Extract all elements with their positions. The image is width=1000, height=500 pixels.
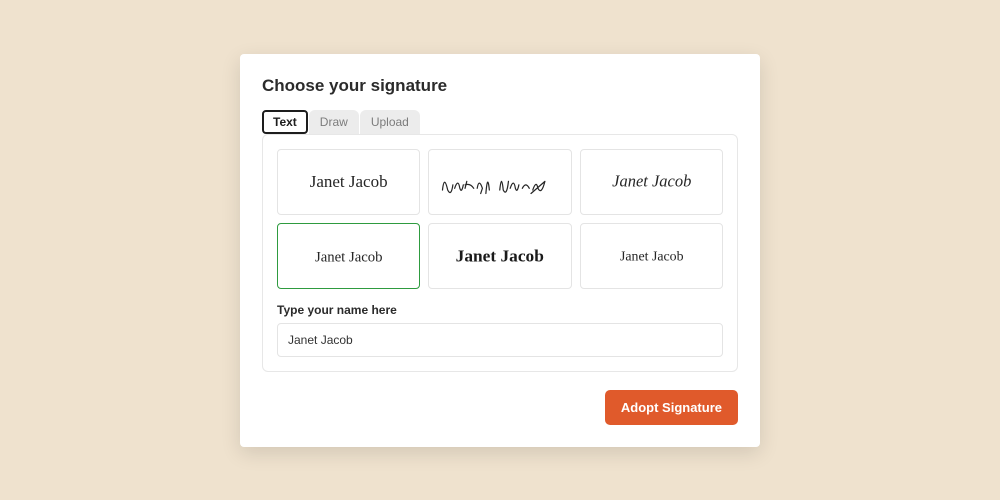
signature-style-1[interactable]: Janet Jacob	[277, 149, 420, 215]
signature-preview: Janet Jacob	[310, 172, 388, 192]
modal-footer: Adopt Signature	[262, 390, 738, 425]
name-input[interactable]	[277, 323, 723, 357]
modal-title: Choose your signature	[262, 76, 738, 96]
signature-panel: Janet Jacob Janet Jacob Janet Jacob Jane	[262, 134, 738, 372]
tab-text[interactable]: Text	[262, 110, 308, 134]
signature-modal: Choose your signature Text Draw Upload J…	[240, 54, 760, 447]
signature-style-2[interactable]	[428, 149, 571, 215]
svg-text:Janet Jacob: Janet Jacob	[456, 247, 544, 266]
signature-preview: Janet Jacob	[591, 164, 713, 199]
name-input-label: Type your name here	[277, 303, 723, 317]
signature-style-4[interactable]: Janet Jacob	[277, 223, 420, 289]
signature-preview: Janet Jacob	[591, 238, 713, 273]
signature-style-6[interactable]: Janet Jacob	[580, 223, 723, 289]
signature-preview: Janet Jacob	[288, 238, 410, 273]
signature-preview	[439, 164, 561, 199]
svg-text:Janet Jacob: Janet Jacob	[620, 250, 684, 265]
tab-draw[interactable]: Draw	[309, 110, 359, 134]
signature-preview: Janet Jacob	[439, 238, 561, 273]
adopt-signature-button[interactable]: Adopt Signature	[605, 390, 738, 425]
tabs: Text Draw Upload	[262, 110, 738, 134]
signature-grid: Janet Jacob Janet Jacob Janet Jacob Jane	[277, 149, 723, 289]
signature-style-3[interactable]: Janet Jacob	[580, 149, 723, 215]
svg-text:Janet Jacob: Janet Jacob	[612, 172, 691, 191]
tab-upload[interactable]: Upload	[360, 110, 420, 134]
svg-text:Janet Jacob: Janet Jacob	[315, 250, 383, 266]
signature-style-5[interactable]: Janet Jacob	[428, 223, 571, 289]
